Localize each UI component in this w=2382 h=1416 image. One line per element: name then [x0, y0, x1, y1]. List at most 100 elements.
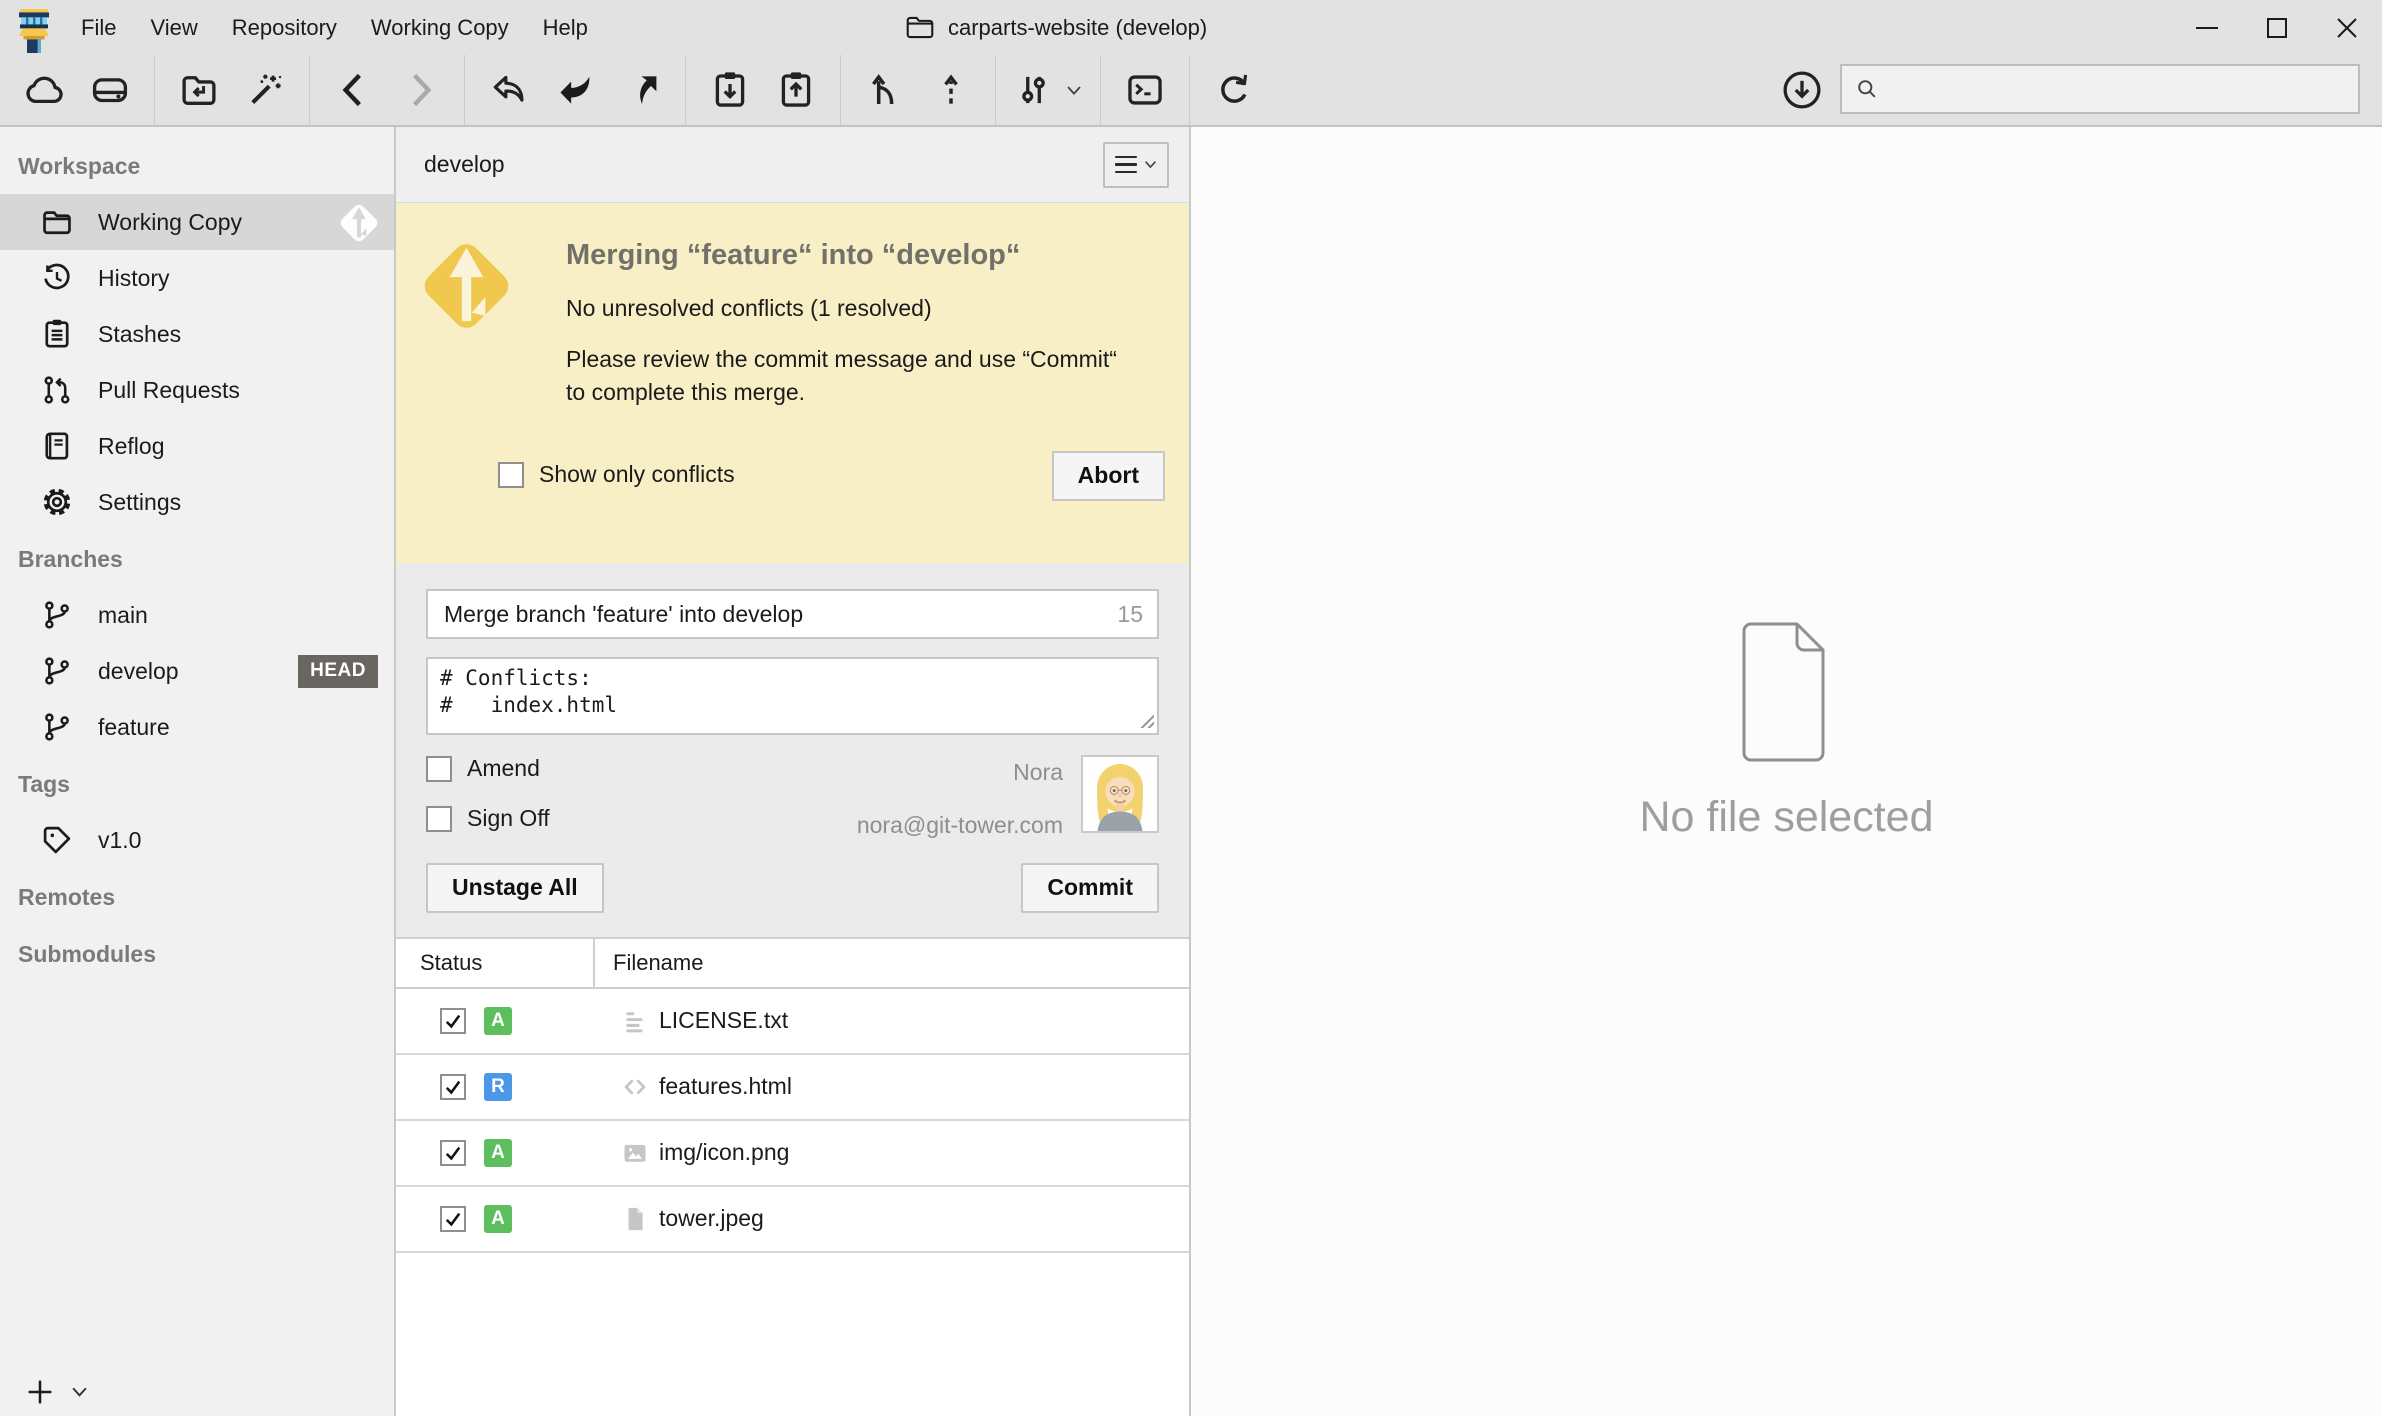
- window-title-text: carparts-website (develop): [948, 15, 1207, 41]
- stashes-clipboard-icon: [40, 317, 74, 351]
- merge-banner: Merging “feature“ into “develop“ No unre…: [396, 203, 1189, 563]
- file-staged-checkbox[interactable]: [440, 1074, 466, 1100]
- titlebar: File View Repository Working Copy Help c…: [0, 0, 2382, 55]
- sidebar-item-label: History: [98, 265, 170, 292]
- menu-file[interactable]: File: [64, 0, 133, 55]
- toolbar: [0, 55, 2382, 127]
- file-staged-checkbox[interactable]: [440, 1008, 466, 1034]
- file-row-license[interactable]: A LICENSE.txt: [396, 989, 1189, 1055]
- pull-button[interactable]: [542, 55, 608, 125]
- file-staged-checkbox[interactable]: [440, 1140, 466, 1166]
- merge-diamond-icon: [414, 231, 519, 341]
- file-row-tower-jpeg[interactable]: A tower.jpeg: [396, 1187, 1189, 1253]
- sidebar-item-tag-v1[interactable]: v1.0: [0, 812, 394, 868]
- menu-view[interactable]: View: [133, 0, 214, 55]
- amend-label[interactable]: Amend: [467, 755, 540, 782]
- sidebar-item-working-copy[interactable]: Working Copy: [0, 194, 394, 250]
- sidebar-item-label: Working Copy: [98, 209, 242, 236]
- history-clock-icon: [40, 261, 74, 295]
- file-row-features[interactable]: R features.html: [396, 1055, 1189, 1121]
- empty-document-icon: [1741, 621, 1833, 763]
- sidebar-item-settings[interactable]: Settings: [0, 474, 394, 530]
- sidebar-item-branch-feature[interactable]: feature: [0, 699, 394, 755]
- gear-icon: [40, 485, 74, 519]
- add-repository-button[interactable]: [24, 1376, 88, 1408]
- pull-request-icon: [40, 373, 74, 407]
- updates-download-button[interactable]: [1770, 55, 1834, 125]
- sidebar-item-stashes[interactable]: Stashes: [0, 306, 394, 362]
- sign-off-label[interactable]: Sign Off: [467, 805, 550, 832]
- branch-icon: [40, 710, 74, 744]
- filename: LICENSE.txt: [659, 1007, 788, 1034]
- branch-label: feature: [98, 714, 170, 741]
- folder-icon: [40, 205, 74, 239]
- file-list-header: Status Filename: [396, 939, 1189, 989]
- chevron-down-icon: [71, 1386, 88, 1398]
- push-button[interactable]: [608, 55, 674, 125]
- sidebar-section-branches: Branches: [0, 530, 394, 587]
- view-options-button[interactable]: [1103, 142, 1169, 188]
- commit-message-textarea[interactable]: # Conflicts: # index.html: [426, 657, 1159, 735]
- cloud-services-button[interactable]: [11, 55, 77, 125]
- show-only-conflicts-checkbox[interactable]: [498, 462, 524, 488]
- column-header-filename[interactable]: Filename: [595, 939, 703, 987]
- status-badge: A: [484, 1205, 512, 1233]
- toolbar-spacer: [1278, 55, 1770, 125]
- menu-repository[interactable]: Repository: [215, 0, 354, 55]
- maximize-button[interactable]: [2242, 0, 2312, 55]
- commit-button[interactable]: Commit: [1021, 863, 1159, 913]
- terminal-button[interactable]: [1112, 55, 1178, 125]
- window-controls: [2172, 0, 2382, 55]
- compare-button[interactable]: [1007, 55, 1059, 125]
- compare-dropdown-chevron-icon[interactable]: [1059, 55, 1089, 125]
- sidebar-section-tags: Tags: [0, 755, 394, 812]
- search-input[interactable]: [1890, 75, 2346, 103]
- plus-icon: [24, 1376, 56, 1408]
- unstage-all-button[interactable]: Unstage All: [426, 863, 604, 913]
- column-header-status[interactable]: Status: [396, 939, 593, 987]
- branch-header: develop: [396, 127, 1189, 203]
- code-file-icon: [621, 1073, 649, 1101]
- file-row-icon-png[interactable]: A img/icon.png: [396, 1121, 1189, 1187]
- toolbar-group-merge: [841, 55, 996, 125]
- stash-save-button[interactable]: [697, 55, 763, 125]
- sidebar-item-reflog[interactable]: Reflog: [0, 418, 394, 474]
- sidebar-item-branch-main[interactable]: main: [0, 587, 394, 643]
- generic-file-icon: [621, 1205, 649, 1233]
- back-button[interactable]: [321, 55, 387, 125]
- checkout-button[interactable]: [476, 55, 542, 125]
- sidebar-item-branch-develop[interactable]: develop HEAD: [0, 643, 394, 699]
- sign-off-checkbox[interactable]: [426, 806, 452, 832]
- minimize-button[interactable]: [2172, 0, 2242, 55]
- close-button[interactable]: [2312, 0, 2382, 55]
- rebase-button[interactable]: [918, 55, 984, 125]
- search-box: [1840, 64, 2360, 114]
- merge-button[interactable]: [852, 55, 918, 125]
- sidebar-item-history[interactable]: History: [0, 250, 394, 306]
- stash-apply-button[interactable]: [763, 55, 829, 125]
- local-repositories-button[interactable]: [77, 55, 143, 125]
- sidebar-section-remotes: Remotes: [0, 868, 394, 925]
- forward-button[interactable]: [387, 55, 453, 125]
- show-only-conflicts-label[interactable]: Show only conflicts: [539, 461, 735, 488]
- file-staged-checkbox[interactable]: [440, 1206, 466, 1232]
- sidebar-item-pull-requests[interactable]: Pull Requests: [0, 362, 394, 418]
- amend-checkbox[interactable]: [426, 756, 452, 782]
- menu-help[interactable]: Help: [526, 0, 605, 55]
- toolbar-group-terminal: [1101, 55, 1190, 125]
- chevron-down-icon: [1144, 160, 1157, 169]
- commit-subject-input[interactable]: [442, 600, 1117, 629]
- menu-working-copy[interactable]: Working Copy: [354, 0, 526, 55]
- refresh-button[interactable]: [1201, 55, 1267, 125]
- abort-merge-button[interactable]: Abort: [1052, 451, 1165, 501]
- tag-icon: [40, 823, 74, 857]
- diff-panel: No file selected: [1191, 127, 2382, 1416]
- main-area: Workspace Working Copy History Stashes: [0, 127, 2382, 1416]
- staged-files-list: Status Filename A LICENSE.txt: [396, 937, 1189, 1416]
- search-icon: [1854, 76, 1880, 102]
- quick-actions-wand-button[interactable]: [232, 55, 298, 125]
- author-avatar[interactable]: [1081, 755, 1159, 833]
- sidebar-item-label: Reflog: [98, 433, 164, 460]
- open-repository-button[interactable]: [166, 55, 232, 125]
- author-name: Nora: [1013, 759, 1063, 786]
